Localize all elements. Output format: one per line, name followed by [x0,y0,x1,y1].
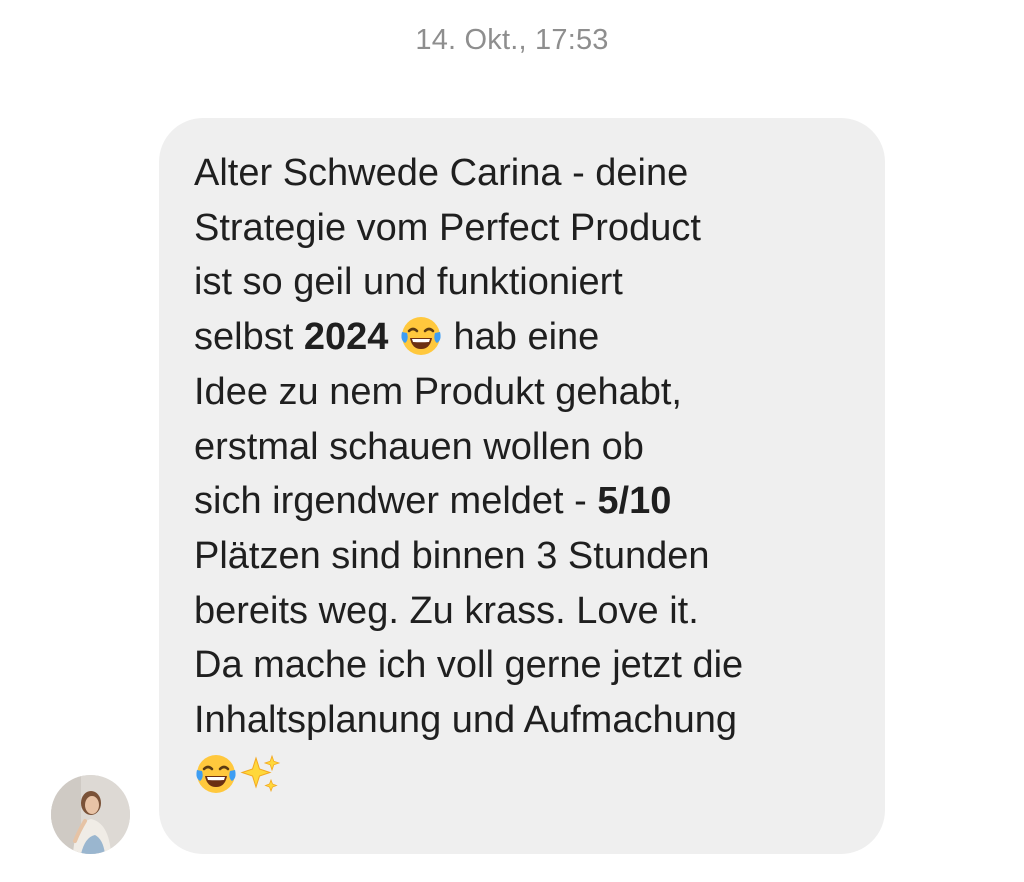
sender-avatar[interactable] [51,775,130,854]
message-text: selbst [194,316,304,359]
bold-count: 5/10 [597,480,672,523]
message-line: Da mache ich voll gerne jetzt die [194,644,744,687]
message-line: Idee zu nem Produkt gehabt, [194,370,682,413]
message-text: sich irgendwer meldet - [194,480,598,523]
message-timestamp: 14. Okt., 17:53 [415,24,609,56]
avatar-photo [51,775,130,854]
message-line: selbst 2024 hab eine [194,310,855,365]
message-line: bereits weg. Zu krass. Love it. [194,589,699,632]
emoji-line [194,748,855,803]
message-text: hab eine [442,316,600,359]
sparkles-icon [238,752,282,796]
face-with-tears-of-joy-icon [399,314,443,358]
message-line: Strategie vom Perfect Product [194,206,701,249]
bold-year: 2024 [303,316,389,359]
message-line: ist so geil und funktioniert [194,261,623,304]
face-with-tears-of-joy-icon [194,752,238,796]
message-line: Inhaltsplanung und Aufmachung [194,699,737,742]
message-line: Plätzen sind binnen 3 Stunden [194,534,710,577]
message-line: erstmal schauen wollen ob [194,425,644,468]
message-line: Alter Schwede Carina - deine [194,152,689,194]
message-line: sich irgendwer meldet - 5/10 [194,474,855,529]
message-bubble[interactable]: Alter Schwede Carina - deine Strategie v… [159,118,885,854]
